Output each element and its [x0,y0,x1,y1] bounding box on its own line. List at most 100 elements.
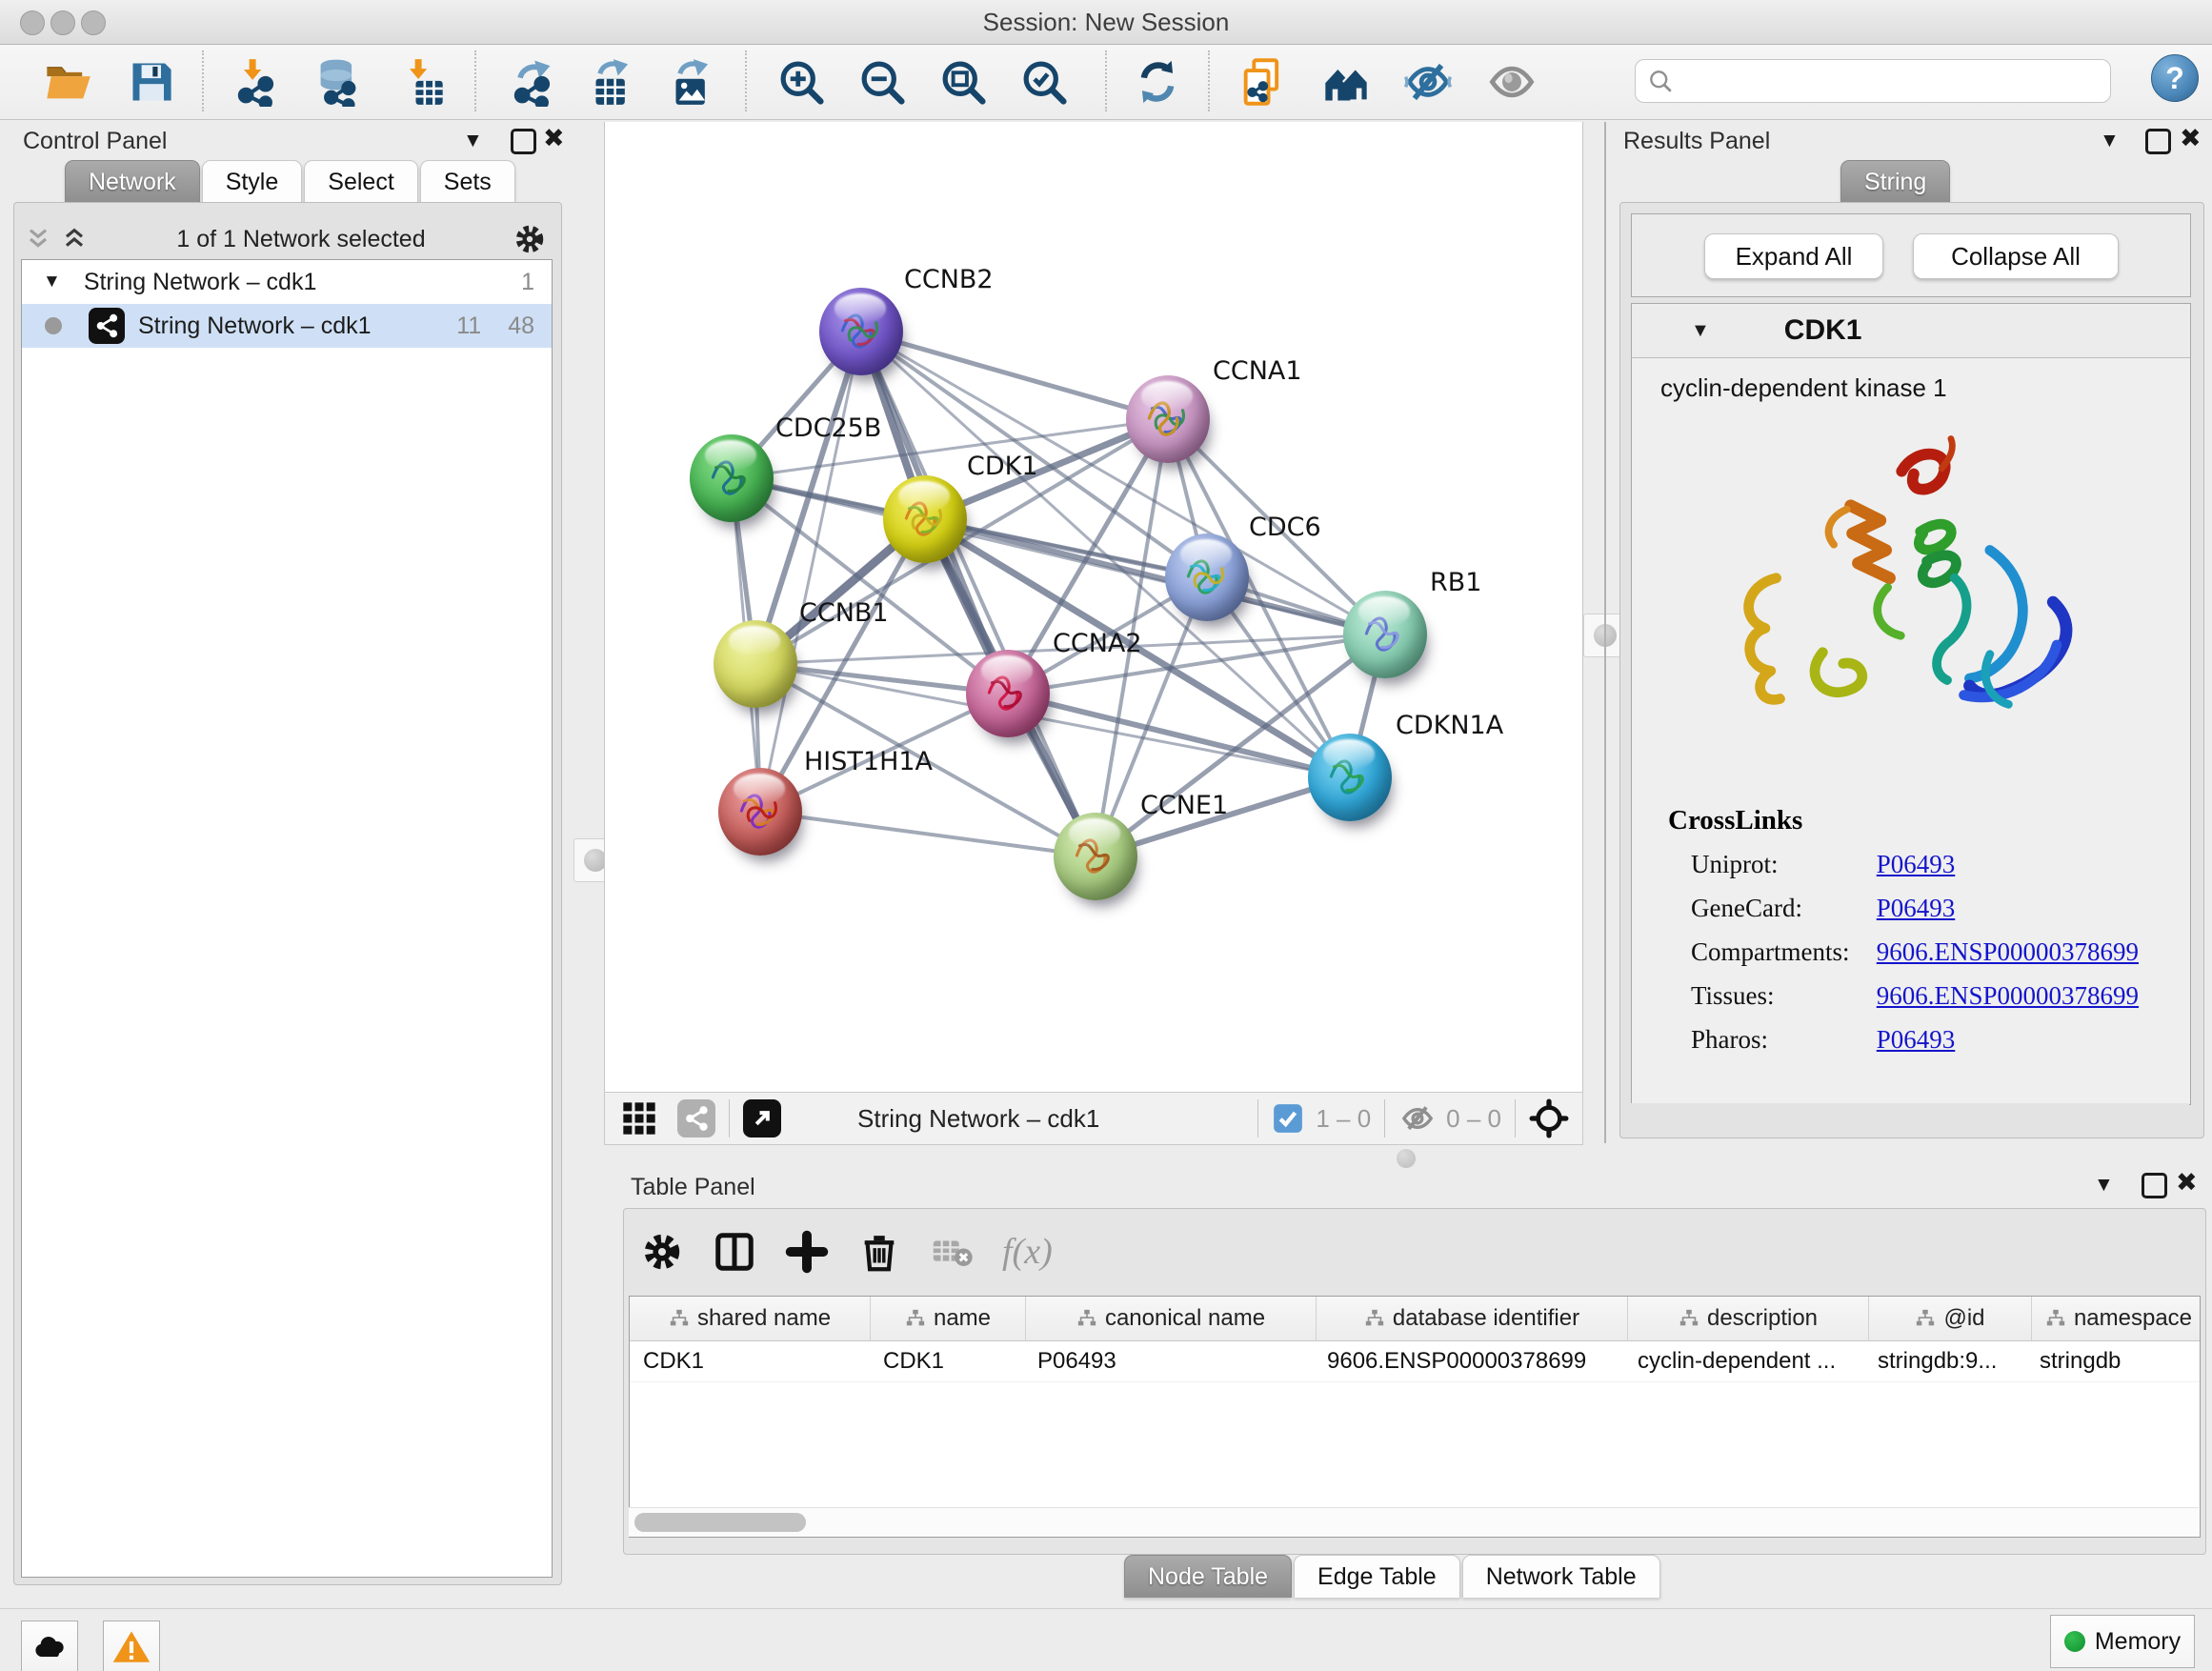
horizontal-splitter-grip[interactable] [1397,1149,1416,1168]
add-column-plus-icon[interactable] [785,1230,829,1274]
uniprot-link[interactable]: P06493 [1877,850,1956,878]
import-table-file-button[interactable] [392,52,452,111]
cloud-status-button[interactable] [21,1621,78,1671]
memory-status-button[interactable]: Memory [2050,1615,2195,1668]
delete-table-icon[interactable] [930,1230,974,1274]
export-network-button[interactable] [503,52,562,111]
zoom-out-button[interactable] [853,52,912,111]
network-collection-row[interactable]: ▼ String Network – cdk1 1 [22,260,552,304]
split-panel-icon[interactable] [713,1230,756,1274]
table-panel-collapse-button[interactable]: ▼ [2094,1174,2114,1197]
table-row[interactable]: CDK1CDK1P064939606.ENSP00000378699cyclin… [630,1341,2200,1382]
control-panel-float-button[interactable] [511,129,536,154]
import-network-file-button[interactable] [227,52,286,111]
network-node-cdc6[interactable] [1165,534,1249,621]
warning-status-button[interactable] [103,1621,160,1671]
tab-edge-table[interactable]: Edge Table [1294,1555,1460,1598]
results-panel-close-button[interactable]: ✖ [2180,126,2202,151]
table-panel-float-button[interactable] [2142,1173,2167,1198]
selected-checkbox[interactable] [1272,1102,1304,1135]
network-node-cdc25b[interactable] [690,434,774,522]
column-header-shared-name[interactable]: shared name [630,1297,871,1340]
network-row-selected[interactable]: String Network – cdk1 11 48 [22,304,552,348]
scrollbar-thumb[interactable] [634,1513,806,1532]
network-edge[interactable] [861,332,1096,856]
node-label-cdk1: CDK1 [967,452,1038,481]
pharos-link[interactable]: P06493 [1877,1025,1956,1054]
save-session-button[interactable] [122,52,181,111]
share-view-icon[interactable] [677,1099,715,1137]
import-database-icon [313,57,363,107]
delete-column-trash-icon[interactable] [857,1230,901,1274]
table-settings-gear-icon[interactable] [640,1230,684,1274]
zoom-fit-button[interactable] [934,52,993,111]
network-node-rb1[interactable] [1343,591,1427,678]
tab-sets[interactable]: Sets [420,160,515,203]
show-all-panels-button[interactable] [1317,52,1376,111]
network-node-ccna2[interactable] [966,650,1050,737]
tab-style[interactable]: Style [202,160,303,203]
result-entry-header[interactable]: ▼ CDK1 [1632,304,2190,358]
tab-string[interactable]: String [1840,160,1950,203]
import-network-database-button[interactable] [309,52,368,111]
network-node-ccne1[interactable] [1054,813,1137,900]
apply-function-fx-button[interactable]: f(x) [1002,1231,1053,1273]
column-header-name[interactable]: name [871,1297,1026,1340]
column-header-description[interactable]: description [1628,1297,1869,1340]
tissues-link[interactable]: 9606.ENSP00000378699 [1877,981,2139,1010]
hidden-eye-icon[interactable] [1398,1099,1437,1137]
expand-all-button[interactable]: Expand All [1704,233,1883,279]
node-label-ccna1: CCNA1 [1213,356,1302,386]
compartments-link[interactable]: 9606.ENSP00000378699 [1877,937,2139,966]
tab-node-table[interactable]: Node Table [1124,1555,1292,1598]
tab-network-table[interactable]: Network Table [1462,1555,1660,1598]
tree-expand-triangle-icon[interactable]: ▼ [43,272,61,292]
network-edge[interactable] [760,332,861,812]
column-header-canonical-name[interactable]: canonical name [1026,1297,1317,1340]
collapse-all-chevron-icon[interactable] [23,224,53,254]
control-panel-collapse-button[interactable]: ▼ [463,130,483,152]
results-panel-collapse-button[interactable]: ▼ [2100,130,2120,152]
help-button[interactable]: ? [2151,54,2199,102]
column-header--id[interactable]: @id [1869,1297,2032,1340]
control-panel-close-button[interactable]: ✖ [543,126,565,151]
expand-all-chevron-icon[interactable] [59,224,90,254]
toolbar-separator [729,1099,730,1137]
column-header-database-identifier[interactable]: database identifier [1317,1297,1628,1340]
zoom-selected-button[interactable] [1015,52,1074,111]
network-canvas[interactable]: CCNB2CCNA1CDC25BCDK1CDC6RB1CCNB1CCNA2CDK… [604,122,1583,1092]
table-panel-title: Table Panel [631,1174,755,1201]
results-panel-float-button[interactable] [2145,129,2171,154]
network-node-ccnb2[interactable] [819,288,903,375]
save-floppy-icon [127,57,176,107]
network-node-hist1h1a[interactable] [718,768,802,856]
network-node-cdkn1a[interactable] [1308,734,1392,821]
export-view-icon[interactable] [743,1099,781,1137]
table-horizontal-scrollbar[interactable] [629,1507,2199,1537]
network-edge[interactable] [760,812,1096,856]
hide-all-panels-button[interactable] [1398,52,1458,111]
network-tree: ▼ String Network – cdk1 1 String Network… [21,259,553,1578]
preview-network-button[interactable] [1482,52,1541,111]
export-table-button[interactable] [585,52,644,111]
zoom-in-button[interactable] [772,52,831,111]
network-node-cdk1[interactable] [883,475,967,563]
birdseye-icon[interactable] [1529,1098,1569,1138]
collapse-all-button[interactable]: Collapse All [1913,233,2119,279]
entry-collapse-triangle-icon[interactable]: ▼ [1691,320,1710,342]
copy-network-button[interactable] [1233,52,1292,111]
tab-select[interactable]: Select [304,160,417,203]
network-node-ccnb1[interactable] [714,620,797,708]
search-input[interactable] [1635,59,2111,103]
grid-view-icon[interactable] [620,1099,658,1137]
refresh-view-button[interactable] [1128,52,1187,111]
network-node-ccna1[interactable] [1126,375,1210,463]
open-session-button[interactable] [38,52,97,111]
node-gloss [705,440,757,470]
export-image-button[interactable] [665,52,724,111]
network-options-gear-icon[interactable] [513,222,547,256]
genecard-link[interactable]: P06493 [1877,894,1956,922]
tab-network[interactable]: Network [65,160,200,203]
column-header-namespace[interactable]: namespace [2032,1297,2201,1340]
table-panel-close-button[interactable]: ✖ [2176,1170,2198,1196]
